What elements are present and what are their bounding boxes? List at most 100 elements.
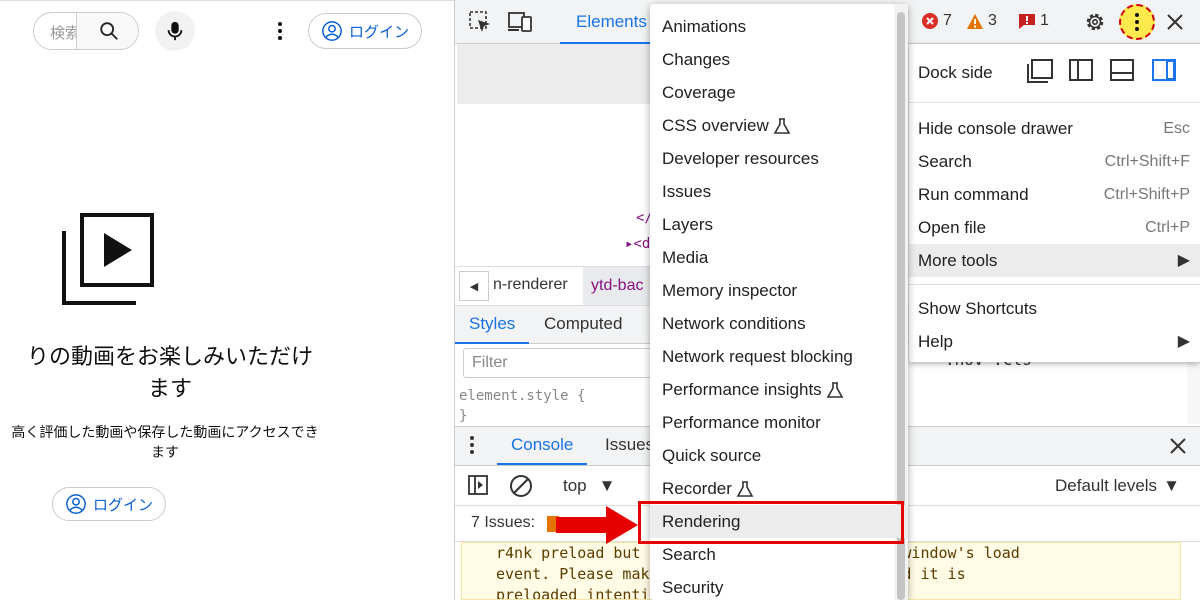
menu-item-hide-console-drawer[interactable]: Hide console drawer Esc: [909, 112, 1200, 145]
selected-dom-node[interactable]: [457, 44, 653, 104]
sidebar-toggle-icon: [468, 475, 488, 495]
drawer-menu-button[interactable]: [469, 435, 475, 460]
dock-left-button[interactable]: [1069, 59, 1093, 86]
menu-item-label: More tools: [918, 251, 998, 270]
chevron-down-icon: ▼: [598, 476, 616, 495]
warning-count-badge[interactable]: 3: [966, 12, 997, 30]
dom-tree: </ ▸<d: [455, 44, 655, 266]
submenu-item-network-conditions[interactable]: Network conditions: [650, 307, 908, 340]
submenu-item-performance-monitor[interactable]: Performance monitor: [650, 406, 908, 439]
device-toolbar-button[interactable]: [505, 7, 535, 37]
menu-separator: [909, 102, 1200, 103]
submenu-item-changes[interactable]: Changes: [650, 43, 908, 76]
microphone-icon: [167, 21, 183, 41]
tab-elements[interactable]: Elements: [560, 0, 663, 44]
inspect-element-button[interactable]: [465, 7, 495, 37]
submenu-item-coverage[interactable]: Coverage: [650, 76, 908, 109]
breadcrumb-item[interactable]: n-renderer: [493, 276, 568, 294]
menu-item-open-file[interactable]: Open file Ctrl+P: [909, 211, 1200, 244]
submenu-item-label: Performance monitor: [662, 413, 821, 432]
close-devtools-button[interactable]: [1160, 7, 1190, 37]
breadcrumb-item-selected[interactable]: ytd-bac: [583, 267, 652, 305]
search-input[interactable]: 検索: [50, 22, 76, 43]
inspect-cursor-icon: [469, 11, 490, 32]
sign-in-button-secondary[interactable]: ログイン: [52, 487, 167, 521]
library-description: 高く評価した動画や保存した動画にアクセスでき ます: [11, 424, 319, 460]
clear-console-button[interactable]: [509, 474, 533, 503]
submenu-item-label: Changes: [662, 50, 731, 69]
account-icon: [66, 494, 86, 514]
styles-filter-input[interactable]: Filter: [463, 348, 653, 378]
search-box[interactable]: 検索: [33, 12, 139, 50]
error-icon: [922, 13, 938, 29]
submenu-item-media[interactable]: Media: [650, 241, 908, 274]
menu-item-show-shortcuts[interactable]: Show Shortcuts: [909, 292, 1200, 325]
submenu-item-label: Animations: [662, 17, 747, 36]
undock-button[interactable]: [1027, 59, 1053, 83]
menu-item-run-command[interactable]: Run command Ctrl+Shift+P: [909, 178, 1200, 211]
submenu-item-network-request-blocking[interactable]: Network request blocking: [650, 340, 908, 373]
close-icon: [1167, 14, 1183, 30]
menu-item-label: Help: [918, 332, 953, 351]
settings-menu-button[interactable]: [270, 15, 290, 47]
tab-styles[interactable]: Styles: [455, 306, 530, 344]
more-vertical-icon: [1135, 13, 1139, 31]
error-count-badge[interactable]: 7: [921, 12, 952, 30]
submenu-item-label: Layers: [662, 215, 714, 234]
menu-item-shortcut: Ctrl+Shift+P: [1103, 186, 1190, 203]
close-drawer-button[interactable]: [1169, 437, 1187, 460]
error-count: 7: [943, 12, 952, 29]
menu-item-search[interactable]: Search Ctrl+Shift+F: [909, 145, 1200, 178]
breadcrumb-scroll-left[interactable]: ◀: [459, 271, 489, 301]
submenu-item-css-overview[interactable]: CSS overview: [650, 109, 908, 142]
submenu-item-quick-source[interactable]: Quick source: [650, 439, 908, 472]
dock-side-label: Dock side: [918, 63, 993, 82]
element-style-rule[interactable]: element.style { }: [459, 386, 585, 426]
customize-devtools-button[interactable]: [1119, 4, 1155, 40]
youtube-page: 検索 ログイン りの動画をお楽しみいただけ ます 高く評価した動画や保存した動画…: [0, 0, 454, 600]
log-levels-dropdown[interactable]: Default levels ▼: [1055, 476, 1180, 496]
menu-item-shortcut: Ctrl+P: [1145, 219, 1190, 236]
submenu-item-memory-inspector[interactable]: Memory inspector: [650, 274, 908, 307]
dock-right-button[interactable]: [1152, 59, 1176, 86]
issues-count: 1: [1040, 12, 1049, 29]
issues-summary[interactable]: 7 Issues:: [471, 514, 535, 532]
undock-icon: [1027, 59, 1053, 83]
issues-count-badge[interactable]: 1: [1018, 12, 1049, 30]
account-icon: [322, 21, 342, 41]
warning-count: 3: [988, 12, 997, 29]
console-sidebar-button[interactable]: [467, 474, 489, 501]
warning-icon: [967, 13, 983, 29]
menu-item-label: Search: [918, 152, 972, 171]
submenu-item-developer-resources[interactable]: Developer resources: [650, 142, 908, 175]
dom-line[interactable]: ▸<d: [625, 236, 650, 252]
submenu-arrow-icon: ▶: [1177, 252, 1190, 269]
tab-console[interactable]: Console: [497, 427, 588, 465]
sign-in-button[interactable]: ログイン: [308, 13, 423, 49]
submenu-item-layers[interactable]: Layers: [650, 208, 908, 241]
submenu-item-performance-insights[interactable]: Performance insights: [650, 373, 908, 406]
settings-button[interactable]: [1080, 7, 1110, 37]
submenu-item-label: Memory inspector: [662, 281, 798, 300]
menu-item-help[interactable]: Help ▶: [909, 325, 1200, 358]
block-icon: [510, 475, 532, 497]
context-selector[interactable]: top ▼: [563, 476, 615, 496]
tab-computed[interactable]: Computed: [530, 306, 636, 344]
search-button[interactable]: [76, 13, 138, 49]
submenu-item-label: Issues: [662, 182, 712, 201]
experiment-flask-icon: [736, 480, 754, 497]
submenu-item-label: Coverage: [662, 83, 736, 102]
submenu-arrow-icon: ▶: [1177, 333, 1190, 350]
experiment-flask-icon: [826, 381, 844, 398]
gear-icon: [1086, 13, 1104, 31]
log-levels-value: Default levels: [1055, 476, 1158, 495]
menu-item-shortcut: Esc: [1163, 120, 1190, 137]
menu-item-more-tools[interactable]: More tools ▶: [909, 244, 1200, 277]
dock-bottom-button[interactable]: [1110, 59, 1134, 86]
menu-item-label: Open file: [918, 218, 987, 237]
submenu-item-label: Security: [662, 578, 724, 597]
submenu-item-issues[interactable]: Issues: [650, 175, 908, 208]
voice-search-button[interactable]: [155, 11, 195, 51]
submenu-item-animations[interactable]: Animations: [650, 10, 908, 43]
submenu-item-security[interactable]: Security: [650, 571, 908, 600]
